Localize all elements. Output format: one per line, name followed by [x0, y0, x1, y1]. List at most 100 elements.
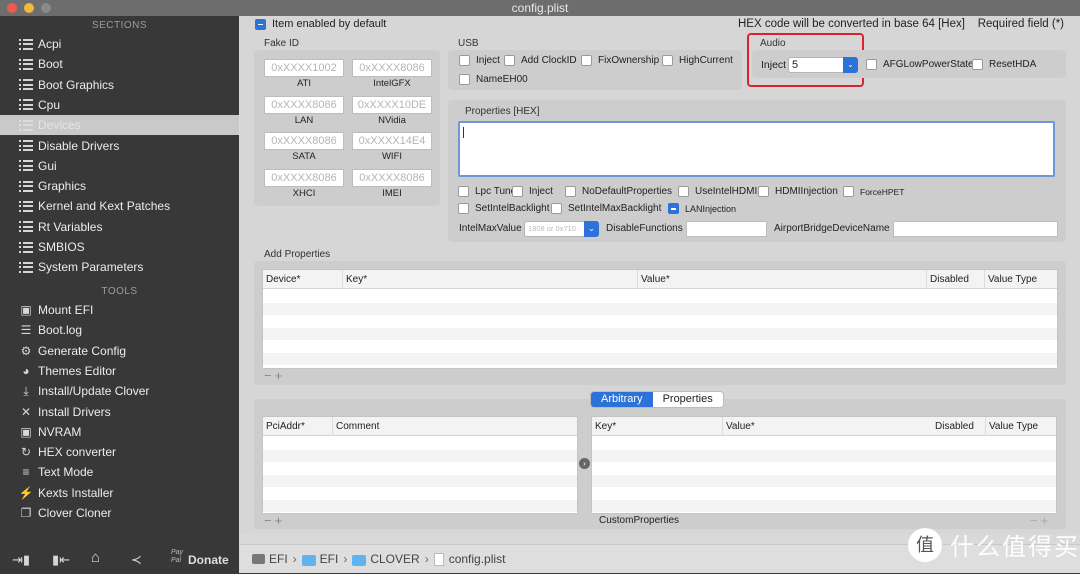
sidebar-item-disable-drivers[interactable]: Disable Drivers — [0, 136, 239, 156]
properties-hex-textarea[interactable] — [458, 121, 1055, 177]
sidebar-tool-hex-converter[interactable]: ↻ HEX converter — [0, 442, 239, 462]
sidebar-item-boot[interactable]: Boot — [0, 54, 239, 74]
sidebar-tool-boot-log[interactable]: ☰ Boot.log — [0, 320, 239, 340]
table-row[interactable] — [263, 499, 577, 512]
sidebar-item-rt-variables[interactable]: Rt Variables — [0, 217, 239, 237]
table-row[interactable] — [592, 449, 1056, 462]
audio-afglowpowerstate-checkbox[interactable]: AFGLowPowerState — [866, 59, 974, 70]
remove-row-button[interactable]: − — [264, 368, 275, 383]
table-row[interactable] — [592, 437, 1056, 450]
usb-highcurrent-checkbox[interactable]: HighCurrent — [662, 55, 733, 66]
sidebar-item-boot-graphics[interactable]: Boot Graphics — [0, 75, 239, 95]
path-item[interactable]: EFI — [269, 552, 288, 566]
fake-id-lan-input[interactable]: 0xXXXX8086 — [264, 95, 344, 114]
audio-inject-select[interactable]: 5 ⌄ — [788, 57, 858, 73]
zoom-button[interactable] — [41, 3, 51, 13]
sidebar-tool-install-update-clover[interactable]: ⤓ Install/Update Clover — [0, 381, 239, 401]
donate-button[interactable]: Donate — [188, 553, 229, 567]
home-icon[interactable]: ⌂ — [91, 549, 100, 566]
table-row[interactable] — [263, 302, 1057, 315]
sidebar-item-devices[interactable]: Devices — [0, 115, 239, 136]
table-row[interactable] — [263, 315, 1057, 328]
export-icon[interactable]: ▮⇤ — [52, 552, 70, 568]
column-header[interactable]: Device* — [263, 270, 342, 289]
table-row[interactable] — [263, 487, 577, 500]
fake-id-wifi-input[interactable]: 0xXXXX14E4 — [352, 132, 432, 150]
column-header[interactable]: Value* — [637, 270, 926, 289]
sidebar-tool-clover-cloner[interactable]: ❐ Clover Cloner — [0, 503, 239, 523]
fake-id-intelgfx-input[interactable]: 0xXXXX8086 — [352, 59, 432, 77]
sidebar-item-cpu[interactable]: Cpu — [0, 95, 239, 115]
column-header[interactable]: Value Type — [985, 417, 1057, 436]
table-row[interactable] — [592, 462, 1056, 475]
column-header[interactable]: Value Type — [984, 270, 1059, 289]
add-row-button[interactable]: + — [1041, 513, 1052, 528]
usb-add-clockid-checkbox[interactable]: Add ClockID — [504, 55, 577, 66]
sidebar-tool-text-mode[interactable]: ≡ Text Mode — [0, 462, 239, 482]
table-row[interactable] — [263, 462, 577, 475]
column-header[interactable]: Disabled — [926, 270, 984, 289]
add-row-button[interactable]: + — [275, 368, 286, 383]
fake-id-xhci-input[interactable]: 0xXXXX8086 — [264, 168, 344, 187]
table-row[interactable] — [263, 474, 577, 487]
close-button[interactable] — [7, 3, 17, 13]
sidebar-tool-nvram[interactable]: ▣ NVRAM — [0, 422, 239, 442]
column-header[interactable]: PciAddr* — [263, 417, 332, 436]
add-properties-table[interactable]: Device* Key* Value* Disabled Value Type — [262, 269, 1058, 369]
path-item[interactable]: CLOVER — [370, 552, 419, 566]
fake-id-imei-input[interactable]: 0xXXXX8086 — [352, 168, 432, 187]
remove-row-button[interactable]: − — [1030, 513, 1041, 528]
sidebar-tool-themes-editor[interactable]: ◕ Themes Editor — [0, 361, 239, 381]
table-row[interactable] — [592, 487, 1056, 500]
sidebar-tool-install-drivers[interactable]: ✕ Install Drivers — [0, 402, 239, 422]
sidebar-item-kernel-and-kext-patches[interactable]: Kernel and Kext Patches — [0, 196, 239, 216]
useintelhdmi-checkbox[interactable]: UseIntelHDMI — [678, 186, 757, 197]
sidebar-item-gui[interactable]: Gui — [0, 156, 239, 176]
column-header[interactable]: Value* — [722, 417, 955, 436]
table-row[interactable] — [263, 340, 1057, 353]
hdmiinjection-checkbox[interactable]: HDMIInjection — [758, 186, 838, 197]
sidebar-item-acpi[interactable]: Acpi — [0, 34, 239, 54]
audio-resethda-checkbox[interactable]: ResetHDA — [972, 59, 1036, 70]
setintelmaxbacklight-checkbox[interactable]: SetIntelMaxBacklight — [551, 203, 661, 214]
item-enabled-checkbox[interactable]: Item enabled by default — [255, 18, 386, 30]
table-row[interactable] — [592, 474, 1056, 487]
disable-functions-input[interactable] — [686, 221, 767, 237]
forcehpet-checkbox[interactable]: ForceHPET — [843, 186, 904, 197]
share-icon[interactable]: ≺ — [131, 552, 142, 568]
sidebar-item-system-parameters[interactable]: System Parameters — [0, 257, 239, 277]
fake-id-ati-input[interactable]: 0xXXXX1002 — [264, 59, 344, 77]
nodefaultproperties-checkbox[interactable]: NoDefaultProperties — [565, 186, 672, 197]
airport-bridge-input[interactable] — [893, 221, 1058, 237]
add-row-button[interactable]: + — [275, 513, 286, 528]
path-item[interactable]: EFI — [320, 552, 339, 566]
column-header[interactable]: Key* — [342, 270, 637, 289]
tab-arbitrary[interactable]: Arbitrary — [591, 392, 653, 407]
fake-id-sata-input[interactable]: 0xXXXX8086 — [264, 132, 344, 150]
sidebar-tool-kexts-installer[interactable]: ⚡ Kexts Installer — [0, 483, 239, 503]
column-header[interactable]: Comment — [332, 417, 579, 436]
sidebar-tool-mount-efi[interactable]: ▣ Mount EFI — [0, 300, 239, 320]
table-row[interactable] — [592, 499, 1056, 512]
table-row[interactable] — [263, 449, 577, 462]
minimize-button[interactable] — [24, 3, 34, 13]
tab-properties[interactable]: Properties — [652, 392, 723, 407]
intel-max-value-select[interactable]: 1808 or 0x710 ⌄ — [524, 221, 599, 237]
table-row[interactable] — [263, 290, 1057, 303]
sidebar-item-graphics[interactable]: Graphics — [0, 176, 239, 196]
fake-id-nvidia-input[interactable]: 0xXXXX10DE — [352, 95, 432, 114]
remove-row-button[interactable]: − — [264, 513, 275, 528]
table-row[interactable] — [263, 327, 1057, 340]
path-item[interactable]: config.plist — [449, 552, 506, 566]
import-icon[interactable]: ⇥▮ — [12, 552, 30, 568]
column-header[interactable]: Disabled — [932, 417, 984, 436]
table-row[interactable] — [263, 437, 577, 450]
custom-properties-table[interactable]: Key* Value* Disabled Value Type — [591, 416, 1057, 514]
laninjection-checkbox[interactable]: LANInjection — [668, 203, 736, 214]
sidebar-item-smbios[interactable]: SMBIOS — [0, 237, 239, 257]
sidebar-tool-generate-config[interactable]: ⚙ Generate Config — [0, 341, 239, 361]
lpc-tune-checkbox[interactable]: Lpc Tune — [458, 186, 516, 197]
arrow-right-circle-icon[interactable]: › — [579, 458, 590, 469]
usb-fixownership-checkbox[interactable]: FixOwnership — [581, 55, 659, 66]
usb-nameeh00-checkbox[interactable]: NameEH00 — [459, 74, 528, 85]
